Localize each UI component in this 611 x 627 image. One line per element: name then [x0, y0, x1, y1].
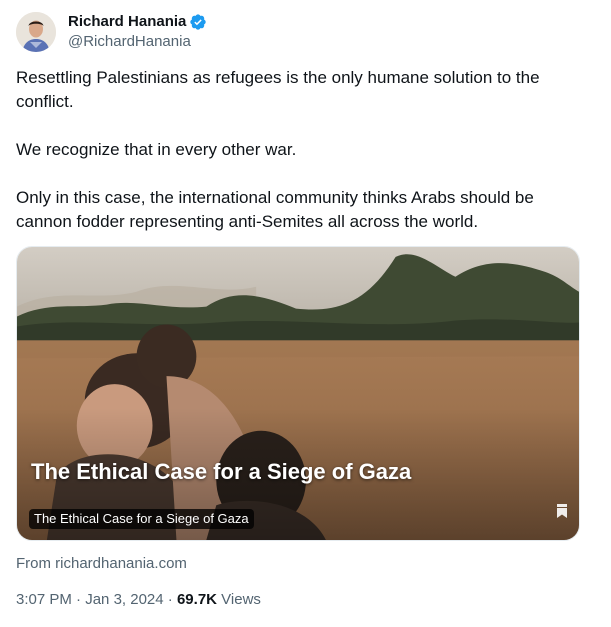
views-count: 69.7K	[176, 591, 217, 608]
tweet-paragraph: Resettling Palestinians as refugees is t…	[16, 68, 540, 111]
tweet-metadata: 3:07 PM · Jan 3, 2024 · 69.7K Views	[16, 590, 261, 610]
verified-badge-icon[interactable]	[189, 13, 207, 31]
tweet-text: Resettling Palestinians as refugees is t…	[16, 66, 576, 234]
card-title-caption: The Ethical Case for a Siege of Gaza	[29, 509, 254, 529]
author-handle[interactable]: @RichardHanania	[68, 32, 207, 52]
views-label: Views	[221, 591, 261, 608]
avatar[interactable]	[16, 12, 56, 52]
meta-separator: ·	[167, 591, 173, 608]
tweet-header: Richard Hanania @RichardHanania	[16, 12, 207, 52]
card-overlay-title: The Ethical Case for a Siege of Gaza	[31, 459, 412, 484]
card-thumbnail-image	[17, 247, 579, 540]
tweet-paragraph: Only in this case, the international com…	[16, 188, 534, 231]
link-card[interactable]: The Ethical Case for a Siege of Gaza The…	[16, 246, 580, 541]
tweet-paragraph: We recognize that in every other war.	[16, 140, 297, 159]
card-source-link[interactable]: From richardhanania.com	[16, 554, 187, 574]
tweet-time[interactable]: 3:07 PM	[16, 591, 72, 608]
author-display-name[interactable]: Richard Hanania	[68, 12, 186, 32]
meta-separator: ·	[76, 591, 82, 608]
tweet-date[interactable]: Jan 3, 2024	[85, 591, 163, 608]
bookmark-icon	[557, 504, 567, 518]
